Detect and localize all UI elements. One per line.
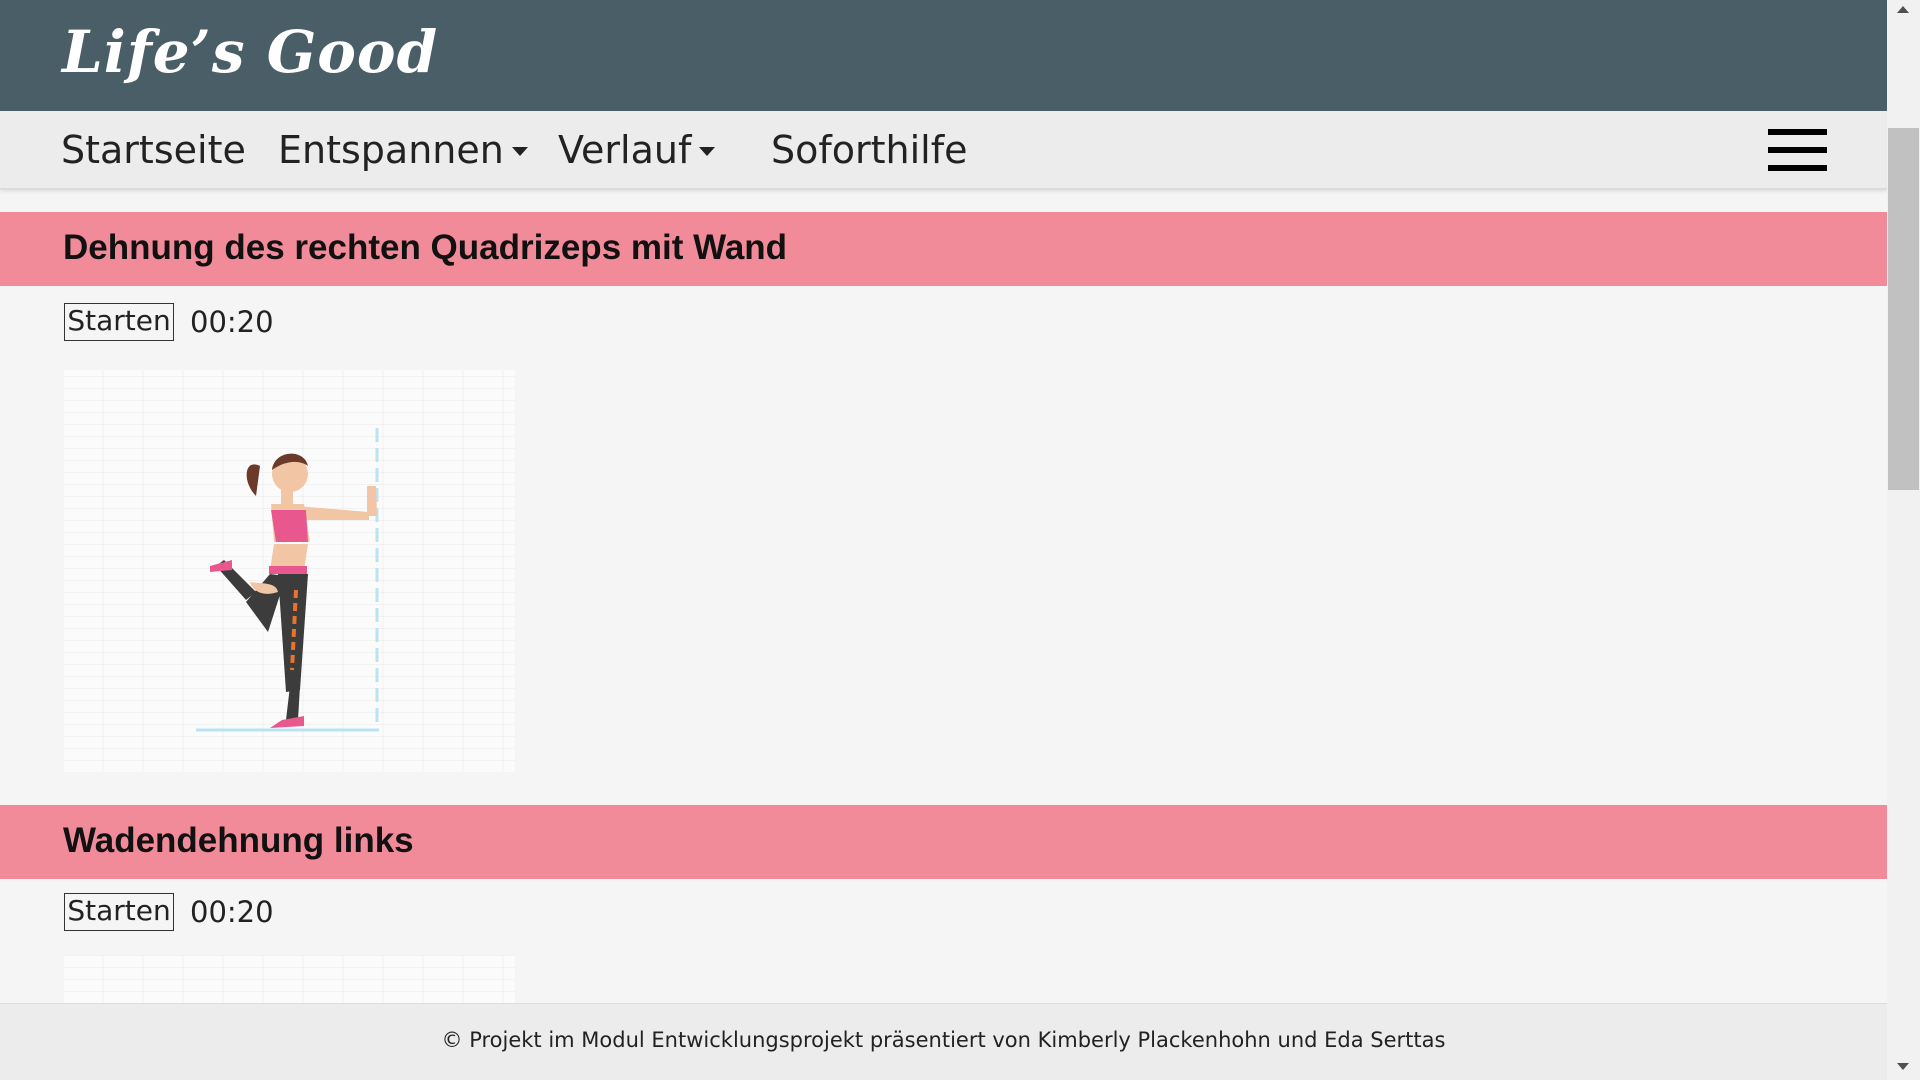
quadriceps-stretch-illustration <box>64 370 515 772</box>
nav-item-soforthilfe[interactable]: Soforthilfe <box>771 127 967 173</box>
caret-down-icon <box>699 147 716 156</box>
nav-item-label: Entspannen <box>278 128 504 172</box>
exercise-timer: 00:20 <box>190 305 274 339</box>
site-footer: © Projekt im Modul Entwicklungsprojekt p… <box>0 1003 1887 1080</box>
start-button[interactable]: Starten <box>64 303 174 341</box>
site-logo[interactable]: Life’s Good <box>62 18 438 86</box>
main-navigation: Startseite Entspannen Verlauf Soforthilf… <box>0 111 1887 190</box>
start-button[interactable]: Starten <box>64 893 174 931</box>
scrollbar-thumb[interactable] <box>1888 128 1919 490</box>
exercise-header: Wadendehnung links <box>0 805 1887 879</box>
page: Life’s Good Startseite Entspannen Verlau… <box>0 0 1887 1080</box>
hamburger-menu-icon[interactable] <box>1768 129 1827 171</box>
exercise-timer: 00:20 <box>190 895 274 929</box>
exercise-title: Wadendehnung links <box>63 821 414 860</box>
exercise-header: Dehnung des rechten Quadrizeps mit Wand <box>0 212 1887 286</box>
nav-item-label: Verlauf <box>558 128 692 172</box>
scroll-up-arrow-icon[interactable] <box>1897 6 1909 13</box>
nav-item-label: Soforthilfe <box>771 128 968 172</box>
nav-item-entspannen[interactable]: Entspannen <box>278 127 528 173</box>
nav-item-label: Startseite <box>61 128 246 172</box>
nav-item-startseite[interactable]: Startseite <box>61 127 246 173</box>
scroll-down-arrow-icon[interactable] <box>1897 1063 1909 1070</box>
vertical-scrollbar[interactable] <box>1887 0 1920 1080</box>
site-header: Life’s Good <box>0 0 1887 111</box>
stretching-woman-figure <box>196 428 379 732</box>
nav-item-verlauf[interactable]: Verlauf <box>558 127 716 173</box>
footer-copyright: © Projekt im Modul Entwicklungsprojekt p… <box>441 1028 1446 1052</box>
caret-down-icon <box>511 147 528 156</box>
exercise-title: Dehnung des rechten Quadrizeps mit Wand <box>63 228 788 267</box>
